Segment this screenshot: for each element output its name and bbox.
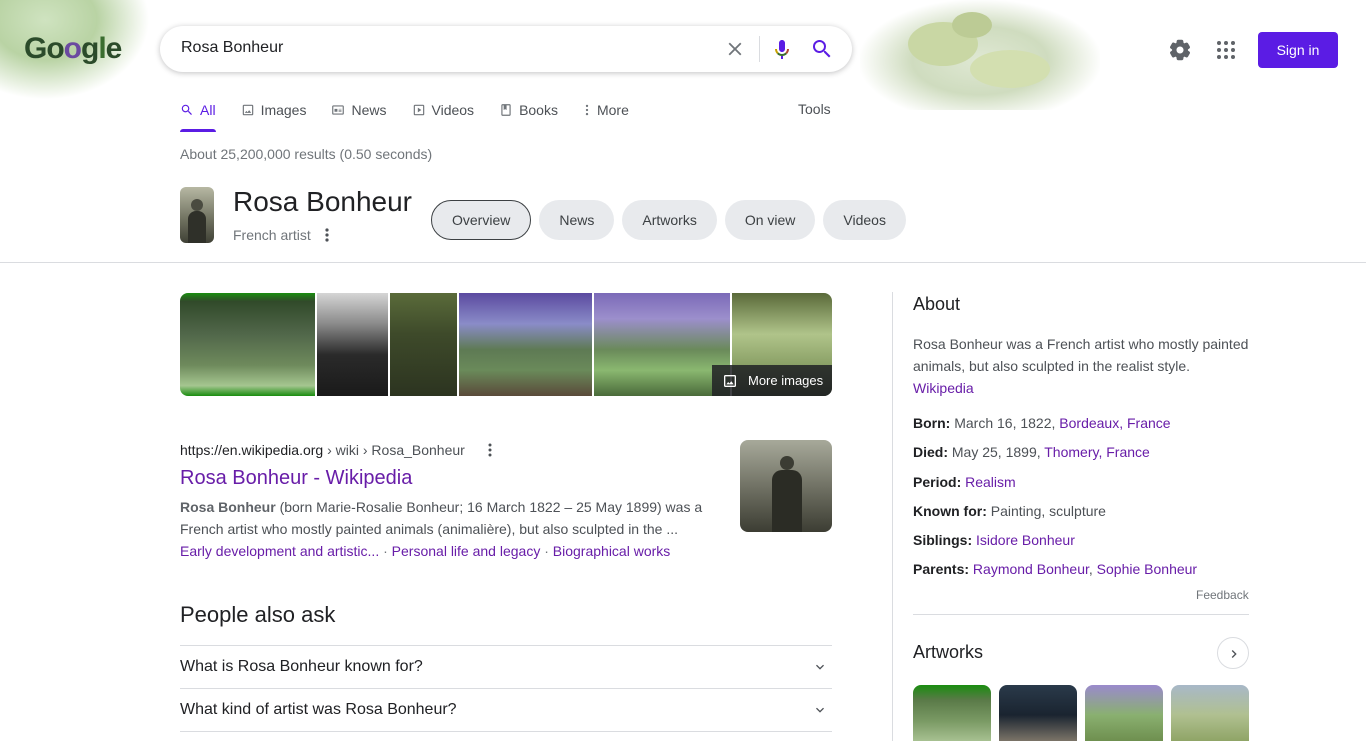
tab-label: More	[596, 102, 629, 118]
search-icon[interactable]	[810, 37, 834, 61]
image-icon	[242, 104, 253, 116]
period-link[interactable]: Realism	[965, 474, 1016, 490]
image-thumbnail[interactable]	[317, 293, 388, 396]
died-place-link[interactable]: Thomery, France	[1044, 444, 1150, 460]
about-description: Rosa Bonheur was a French artist who mos…	[913, 333, 1253, 399]
google-logo[interactable]: Google	[24, 32, 122, 66]
born-place-link[interactable]: Bordeaux, France	[1059, 415, 1170, 431]
header-divider	[0, 262, 1366, 263]
more-vert-icon[interactable]	[484, 442, 496, 458]
tab-label: All	[200, 102, 216, 118]
chip-artworks[interactable]: Artworks	[622, 200, 717, 240]
result-url[interactable]: https://en.wikipedia.org › wiki › Rosa_B…	[180, 442, 465, 458]
search-icon	[181, 104, 192, 115]
search-box[interactable]: Rosa Bonheur	[160, 26, 852, 72]
sitelink[interactable]: Personal life and legacy	[392, 543, 541, 559]
fact-known-for: Known for: Painting, sculpture	[913, 503, 1106, 519]
artwork-thumbnail[interactable]	[1171, 685, 1249, 741]
tab-label: Videos	[431, 102, 475, 118]
tab-label: Books	[519, 102, 558, 118]
entity-title: Rosa Bonheur	[233, 186, 413, 217]
fact-period: Period: Realism	[913, 474, 1016, 490]
tools-button[interactable]: Tools	[798, 101, 831, 117]
tab-label: News	[351, 102, 387, 118]
sitelink[interactable]: Biographical works	[553, 543, 671, 559]
chevron-right-icon	[1231, 650, 1237, 658]
chip-news[interactable]: News	[539, 200, 615, 240]
sitelinks: Early development and artistic... · Pers…	[180, 543, 671, 559]
more-images-button[interactable]: More images	[712, 365, 832, 396]
more-vert-icon	[585, 104, 589, 116]
about-heading: About	[913, 294, 961, 314]
tab-all[interactable]: All	[180, 100, 216, 120]
search-tabs: All Images News Videos Books More	[180, 100, 654, 134]
microphone-icon[interactable]	[770, 37, 794, 61]
panel-divider	[913, 614, 1249, 615]
doodle-decoration-right	[860, 0, 1100, 110]
result-snippet: Rosa Bonheur (born Marie-Rosalie Bonheur…	[180, 496, 710, 540]
chip-videos[interactable]: Videos	[823, 200, 906, 240]
image-thumbnail[interactable]	[594, 293, 730, 396]
tab-news[interactable]: News	[331, 100, 387, 120]
chevron-down-icon	[816, 664, 824, 670]
entity-thumbnail[interactable]	[180, 187, 214, 243]
artwork-thumbnail[interactable]	[1085, 685, 1163, 741]
paa-question[interactable]: What is Rosa Bonheur known for?	[180, 645, 832, 688]
artworks-heading: Artworks	[913, 642, 984, 662]
artwork-thumbnail[interactable]	[913, 685, 991, 741]
result-path: › wiki › Rosa_Bonheur	[323, 442, 465, 458]
tab-books[interactable]: Books	[499, 100, 558, 120]
parent-link[interactable]: Sophie Bonheur	[1097, 561, 1197, 577]
chip-on-view[interactable]: On view	[724, 200, 816, 240]
about-description-text: Rosa Bonheur was a French artist who mos…	[913, 336, 1249, 374]
image-thumbnail[interactable]	[459, 293, 592, 396]
sitelink[interactable]: Early development and artistic...	[180, 543, 379, 559]
book-icon	[501, 104, 511, 116]
image-thumbnail[interactable]	[180, 293, 315, 396]
chip-overview[interactable]: Overview	[431, 200, 532, 240]
parent-link[interactable]: Raymond Bonheur	[973, 561, 1089, 577]
artwork-thumbnail[interactable]	[999, 685, 1077, 741]
tab-more[interactable]: More	[583, 100, 629, 120]
sign-in-button[interactable]: Sign in	[1258, 32, 1338, 68]
chevron-down-icon	[816, 707, 824, 713]
result-stats: About 25,200,000 results (0.50 seconds)	[180, 146, 433, 162]
snippet-bold: Rosa Bonheur	[180, 499, 276, 515]
wikipedia-link[interactable]: Wikipedia	[913, 380, 974, 396]
sibling-link[interactable]: Isidore Bonheur	[976, 532, 1075, 548]
close-icon[interactable]	[724, 38, 746, 60]
artworks-next-button[interactable]	[1217, 637, 1249, 669]
knowledge-panel-divider	[892, 292, 893, 741]
entity-chips: Overview News Artworks On view Videos	[431, 200, 914, 240]
paa-divider	[180, 731, 832, 741]
result-thumbnail[interactable]	[740, 440, 832, 532]
image-icon	[724, 374, 736, 387]
result-domain: https://en.wikipedia.org	[180, 442, 324, 458]
paa-question-text: What is Rosa Bonheur known for?	[180, 658, 423, 675]
paa-question-text: What kind of artist was Rosa Bonheur?	[180, 701, 457, 718]
apps-grid-icon[interactable]	[1214, 38, 1238, 62]
search-input[interactable]: Rosa Bonheur	[181, 39, 283, 57]
more-images-label: More images	[748, 373, 824, 388]
tab-videos[interactable]: Videos	[412, 100, 475, 120]
people-also-ask-heading: People also ask	[180, 602, 336, 627]
search-divider	[759, 36, 760, 62]
artworks-carousel	[913, 685, 1257, 741]
fact-died: Died: May 25, 1899, Thomery, France	[913, 444, 1150, 460]
gear-icon[interactable]	[1168, 38, 1192, 62]
result-title-link[interactable]: Rosa Bonheur - Wikipedia	[180, 467, 412, 490]
entity-subtitle: French artist	[233, 227, 311, 243]
tab-images[interactable]: Images	[241, 100, 307, 120]
more-vert-icon[interactable]	[320, 226, 334, 244]
fact-parents: Parents: Raymond Bonheur, Sophie Bonheur	[913, 561, 1198, 577]
active-tab-indicator	[180, 129, 216, 132]
fact-siblings: Siblings: Isidore Bonheur	[913, 532, 1075, 548]
fact-born: Born: March 16, 1822, Bordeaux, France	[913, 415, 1171, 431]
image-thumbnail[interactable]	[390, 293, 457, 396]
feedback-link[interactable]: Feedback	[1196, 588, 1249, 602]
paa-question[interactable]: What kind of artist was Rosa Bonheur?	[180, 688, 832, 731]
tab-label: Images	[260, 102, 307, 118]
video-icon	[413, 104, 424, 116]
news-icon	[332, 105, 345, 115]
